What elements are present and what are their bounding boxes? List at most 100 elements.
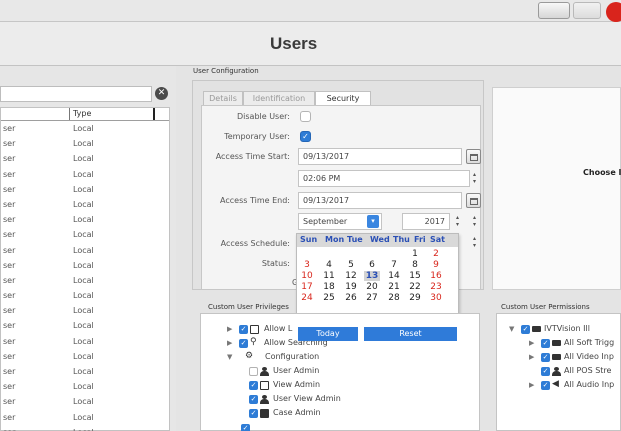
calendar-day[interactable]: 13 [364, 271, 380, 281]
table-row[interactable]: serLocal [1, 318, 169, 333]
checkbox[interactable]: ✓ [541, 353, 550, 362]
access-start-time-field[interactable]: 02:06 PM [298, 170, 470, 187]
schedule-stepper[interactable]: ▴ ▾ [470, 235, 479, 250]
checkbox[interactable]: ✓ [239, 339, 248, 348]
collapse-arrow-icon[interactable]: ▼ [227, 353, 232, 361]
tab-security[interactable]: Security [315, 91, 371, 106]
table-row[interactable]: serLocal [1, 334, 169, 349]
tab-identification[interactable]: Identification [243, 91, 315, 106]
table-row[interactable]: serLocal [1, 364, 169, 379]
column-header-type[interactable]: Type [73, 109, 91, 118]
calendar-day[interactable]: 11 [321, 271, 337, 281]
calendar-day[interactable]: 2 [428, 249, 444, 259]
column-resize-handle[interactable] [153, 108, 155, 120]
table-row[interactable]: serLocal [1, 151, 169, 166]
table-row[interactable]: serLocal [1, 258, 169, 273]
table-row[interactable]: serLocal [1, 136, 169, 151]
calendar-day[interactable]: 18 [321, 282, 337, 292]
checkbox[interactable]: ✓ [249, 395, 258, 404]
checkbox[interactable]: ✓ [239, 325, 248, 334]
checkbox[interactable]: ✓ [541, 367, 550, 376]
access-start-date-field[interactable]: 09/13/2017 [298, 148, 462, 165]
calendar-day[interactable]: 10 [299, 271, 315, 281]
calendar-day[interactable]: 1 [407, 249, 423, 259]
calendar-day[interactable]: 7 [386, 260, 402, 270]
calendar-day[interactable]: 14 [386, 271, 402, 281]
calendar-day[interactable]: 26 [343, 293, 359, 303]
table-row[interactable]: serLocal [1, 227, 169, 242]
user-name-cell: ser [3, 124, 16, 133]
expand-arrow-icon[interactable]: ▶ [529, 353, 534, 361]
checkbox[interactable]: ✓ [521, 325, 530, 334]
calendar-day[interactable]: 9 [428, 260, 444, 270]
table-row[interactable]: serLocal [1, 197, 169, 212]
year-field[interactable]: 2017 [402, 213, 450, 230]
calendar-day[interactable]: 12 [343, 271, 359, 281]
clear-search-icon[interactable]: ✕ [155, 87, 168, 100]
table-row[interactable]: serLocal [1, 410, 169, 425]
checkbox[interactable]: ✓ [241, 424, 250, 431]
table-row[interactable]: serLocal [1, 243, 169, 258]
table-row[interactable]: serLocal [1, 379, 169, 394]
table-row[interactable]: serLocal [1, 288, 169, 303]
table-row[interactable]: serLocal [1, 182, 169, 197]
user-name-cell: ser [3, 184, 16, 194]
calendar-day[interactable]: 21 [386, 282, 402, 292]
calendar-day[interactable]: 6 [364, 260, 380, 270]
table-row[interactable]: serLocal [1, 273, 169, 288]
reset-button[interactable]: Reset [364, 327, 457, 341]
calendar-day[interactable]: 30 [428, 293, 444, 303]
search-input[interactable] [0, 86, 152, 102]
temporary-user-checkbox[interactable]: ✓ [300, 131, 311, 142]
calendar-day[interactable]: 15 [407, 271, 423, 281]
calendar-day[interactable]: 16 [428, 271, 444, 281]
expand-arrow-icon[interactable]: ▶ [529, 381, 534, 389]
checkbox[interactable] [249, 367, 258, 376]
table-row[interactable]: serLocal [1, 425, 169, 431]
calendar-day[interactable]: 4 [321, 260, 337, 270]
calendar-day[interactable]: 20 [364, 282, 380, 292]
calendar-day[interactable]: 19 [343, 282, 359, 292]
user-list-panel: ✕ Type ser Local ser Local ser Local ser Local s… [0, 66, 176, 431]
today-button[interactable]: Today [298, 327, 358, 341]
calendar-day[interactable]: 3 [299, 260, 315, 270]
checkbox[interactable]: ✓ [541, 339, 550, 348]
weekday-label: Fri [414, 235, 426, 244]
end-calendar-button[interactable] [466, 193, 481, 208]
expand-arrow-icon[interactable]: ▶ [227, 339, 232, 347]
start-time-stepper[interactable]: ▴ ▾ [470, 171, 479, 186]
calendar-day[interactable]: 8 [407, 260, 423, 270]
column-divider[interactable] [69, 108, 70, 120]
calendar-day[interactable]: 22 [407, 282, 423, 292]
disable-user-checkbox[interactable] [300, 111, 311, 122]
month-select[interactable]: September ▾ [298, 213, 382, 230]
table-row[interactable]: serLocal [1, 212, 169, 227]
expand-arrow-icon[interactable]: ▶ [227, 325, 232, 333]
calendar-day[interactable]: 5 [343, 260, 359, 270]
table-row[interactable]: serLocal [1, 394, 169, 409]
calendar-day[interactable]: 25 [321, 293, 337, 303]
calendar-day[interactable]: 28 [386, 293, 402, 303]
alert-icon[interactable] [606, 2, 621, 22]
checkbox[interactable]: ✓ [249, 381, 258, 390]
checkbox[interactable]: ✓ [541, 381, 550, 390]
layout-button[interactable] [573, 2, 601, 19]
table-row[interactable]: serLocal [1, 167, 169, 182]
tab-details[interactable]: Details [203, 91, 243, 106]
end-time-stepper[interactable]: ▴ ▾ [470, 214, 479, 229]
view-toggle-button[interactable] [538, 2, 570, 19]
access-end-date-field[interactable]: 09/13/2017 [298, 192, 462, 209]
calendar-day[interactable]: 17 [299, 282, 315, 292]
checkbox[interactable]: ✓ [249, 409, 258, 418]
table-row[interactable]: serLocal [1, 303, 169, 318]
table-row[interactable]: serLocal [1, 121, 169, 136]
calendar-day[interactable]: 27 [364, 293, 380, 303]
expand-arrow-icon[interactable]: ▶ [529, 339, 534, 347]
collapse-arrow-icon[interactable]: ▼ [509, 325, 514, 333]
calendar-day[interactable]: 24 [299, 293, 315, 303]
start-calendar-button[interactable] [466, 149, 481, 164]
year-stepper[interactable]: ▴ ▾ [453, 214, 462, 229]
calendar-day[interactable]: 23 [428, 282, 444, 292]
calendar-day[interactable]: 29 [407, 293, 423, 303]
table-row[interactable]: serLocal [1, 349, 169, 364]
